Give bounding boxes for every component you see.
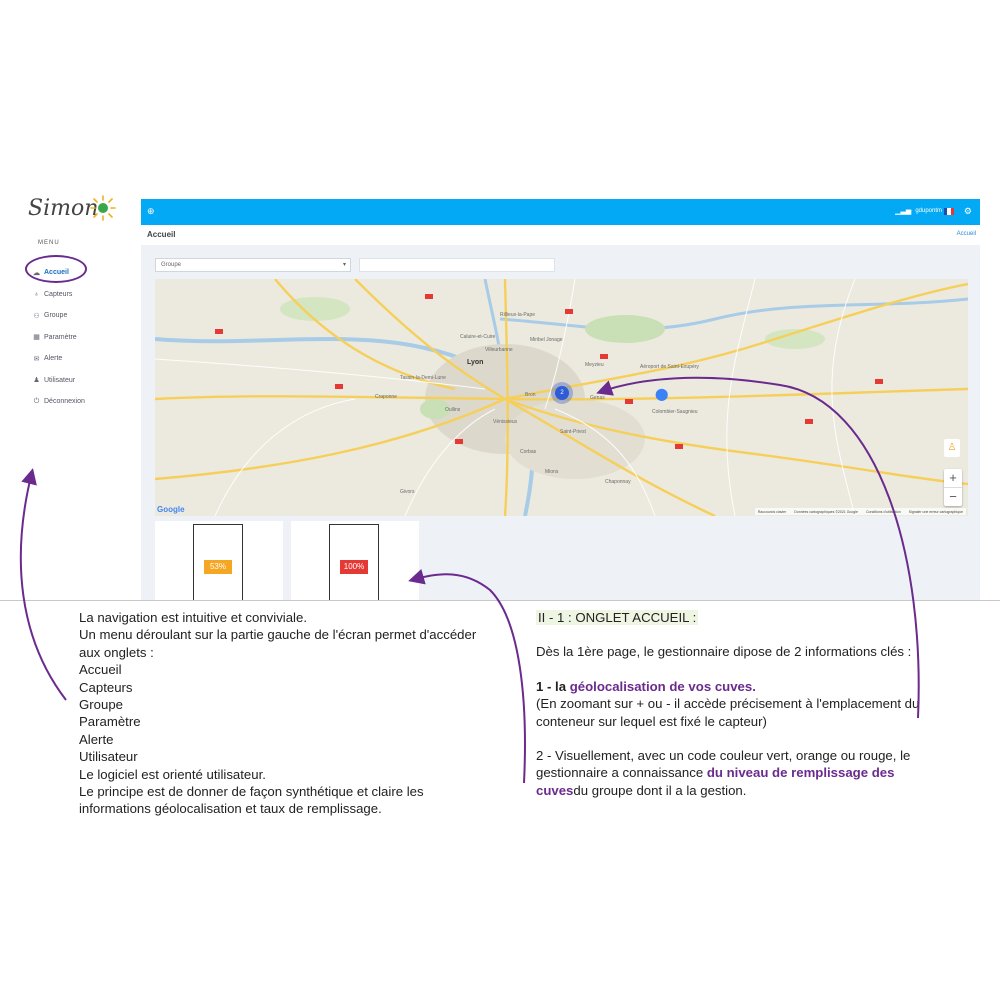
map-label-genas: Genas [590,395,605,401]
power-icon: ⏻ [33,397,40,405]
zoom-in-button[interactable]: + [944,469,962,487]
item1-prefix: 1 - la [536,678,570,694]
map-label-oullins: Oullins [445,407,461,413]
map-attribution: Raccourcis clavier Données cartographiqu… [754,508,966,515]
map-label-chaponnay: Chaponnay [605,479,631,485]
item2-suffix: du groupe dont il a la gestion. [573,782,747,798]
map-label-caluire: Caluire-et-Cuire [460,334,496,340]
text-line: Accueil [79,662,122,678]
map-label-aeroport: Aéroport de Saint-Exupéry [640,364,699,370]
fill-level-badge: 53% [204,560,232,574]
map-label-bron: Bron [525,392,536,398]
sidebar-item-label: Accueil [44,269,69,277]
text-line: Utilisateur [79,749,138,765]
sidebar-item-utilisateur[interactable]: ♟ Utilisateur [32,370,85,392]
map-footer-item[interactable]: Signaler une erreur cartographique [909,510,963,514]
menu-title: MENU [38,240,60,246]
grid-icon: ▦ [33,334,40,342]
sidebar-item-label: Déconnexion [44,398,85,406]
map-label-givors: Givors [400,489,415,495]
sidebar-item-label: Paramètre [44,333,77,341]
map-label-venissieux: Vénissieux [493,419,518,425]
sidebar-item-alerte[interactable]: ✉ Alerte [32,348,85,370]
simon-logo: Simon [28,190,128,226]
zoom-control: + − [944,469,962,506]
text-line: Un menu déroulant sur la partie gauche d… [79,627,477,660]
text-line: La navigation est intuitive et convivial… [79,610,307,625]
map-label-lyon: Lyon [467,359,484,366]
sidebar-item-accueil[interactable]: ☁ Accueil [32,262,85,284]
map-label-rillieux: Rillieux-la-Pape [500,312,536,318]
sidebar-item-deconnexion[interactable]: ⏻ Déconnexion [32,391,85,413]
google-logo: Google [157,505,185,514]
map-label-villeurbanne: Villeurbanne [485,347,513,353]
page-header: Accueil Accueil [141,225,980,246]
sensor-cluster-marker[interactable]: 2 [555,386,569,400]
map-label-meyzieu: Meyzieu [585,362,604,368]
zoom-out-button[interactable]: − [944,487,962,506]
location-pin-icon[interactable]: ⬤ [655,387,668,401]
group-select[interactable]: Groupe ▾ [155,258,351,272]
text-line: Alerte [79,731,114,747]
sidebar-menu: ☁ Accueil ♁ Capteurs ⚇ Groupe ▦ Paramètre ✉ A… [32,262,85,413]
avatar-icon: ▁▃▅ [895,208,912,215]
home-tab-description: II - 1 : ONGLET ACCUEIL : Dès la 1ère pa… [536,609,936,799]
sun-icon [90,195,116,221]
page-title: Accueil [147,230,176,239]
group-select-value: Groupe [161,262,182,268]
settings-icon[interactable]: ⚙ [964,206,972,217]
tank-card[interactable]: 100% [291,521,419,600]
french-flag-icon[interactable] [944,208,954,215]
item1-body: (En zoomant sur + ou - il accède précise… [536,696,920,729]
sidebar-item-capteurs[interactable]: ♁ Capteurs [32,284,85,306]
breadcrumb-link[interactable]: Accueil [957,231,976,237]
text-line: Groupe [79,697,123,713]
sidebar-item-groupe[interactable]: ⚇ Groupe [32,305,85,327]
group-icon: ⚇ [33,312,40,320]
map-footer-item[interactable]: Raccourcis clavier [758,510,786,514]
text-line: Paramètre [79,714,141,730]
item1-highlight: géolocalisation de vos cuves. [569,678,756,694]
tank-card[interactable]: 53% [155,521,283,600]
sidebar-item-label: Alerte [44,355,63,363]
user-menu[interactable]: ▁▃▅ gdupontm [895,207,942,215]
map-label-stpriest: Saint-Priest [560,429,586,435]
menu-toggle-icon[interactable]: ⊕ [147,206,155,217]
text-line: Le logiciel est orienté utilisateur. [79,766,266,782]
user-name: gdupontm [915,208,942,214]
street-view-pegman-icon[interactable]: ♙ [944,439,960,457]
map-view[interactable]: Lyon Villeurbanne Caluire-et-Cuire Rilli… [155,279,968,516]
sidebar-item-parametre[interactable]: ▦ Paramètre [32,327,85,349]
user-icon: ♟ [33,377,40,385]
map-footer-item: Données cartographiques ©2021 Google [794,509,858,514]
alert-icon: ✉ [33,355,40,363]
chevron-down-icon: ▾ [342,262,346,268]
map-label-tassin: Tassin-la-Demi-Lune [400,375,446,381]
bulb-icon: ♁ [33,290,40,298]
section-heading: II - 1 : ONGLET ACCUEIL : [536,610,699,625]
text-line: Le principe est de donner de façon synth… [79,784,424,817]
text-line: Capteurs [79,679,133,695]
top-bar: ⊕ ▁▃▅ gdupontm ⚙ [141,199,980,225]
arrow-to-menu [19,468,67,701]
map-label-craponne: Craponne [375,394,397,400]
map-label-mions: Mions [545,469,559,475]
map-label-colombier: Colombier-Saugnieu [652,409,698,415]
map-label-corbas: Corbas [520,449,537,455]
map-label-miribel: Miribel Jonage [530,337,563,343]
sidebar-item-label: Groupe [44,312,68,320]
intro-text: Dès la 1ère page, le gestionnaire dipose… [536,644,912,660]
fill-level-badge: 100% [340,560,368,574]
sidebar-item-label: Capteurs [44,290,73,298]
search-input[interactable] [359,258,555,272]
navigation-description: La navigation est intuitive et convivial… [79,609,499,818]
cloud-icon: ☁ [33,269,40,277]
map-footer-item[interactable]: Conditions d'utilisation [866,510,901,514]
section-divider [0,600,1000,601]
sidebar-item-label: Utilisateur [44,376,76,384]
